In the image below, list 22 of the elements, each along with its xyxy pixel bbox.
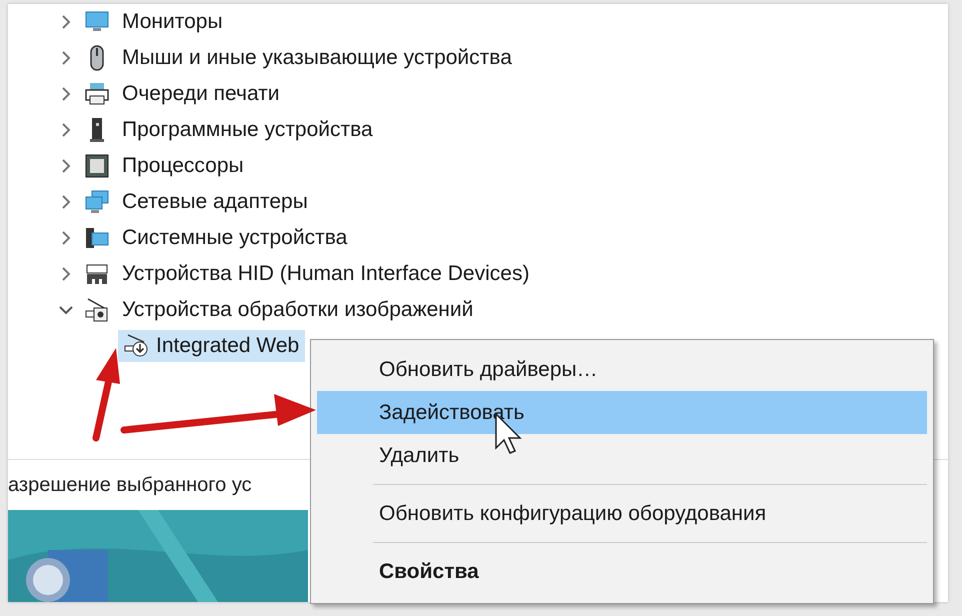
tree-item[interactable]: Мыши и иные указывающие устройства [118, 45, 516, 71]
tree-item[interactable]: Очереди печати [118, 81, 284, 107]
menu-item[interactable]: Обновить драйверы… [317, 348, 927, 391]
tree-item[interactable]: Процессоры [118, 153, 248, 179]
webcam-icon [124, 333, 150, 359]
device-category-icon [84, 297, 110, 323]
device-category-icon [84, 153, 110, 179]
device-category-icon [84, 225, 110, 251]
menu-item[interactable]: Задействовать [317, 391, 927, 434]
tree-item[interactable]: Программные устройства [118, 117, 377, 143]
tree-item[interactable]: Мониторы [118, 9, 227, 35]
device-category-icon [84, 81, 110, 107]
menu-item[interactable]: Обновить конфигурацию оборудования [317, 492, 927, 535]
tree-item[interactable]: Устройства обработки изображений [118, 297, 478, 323]
tree-item[interactable]: Системные устройства [118, 225, 352, 251]
tree-item[interactable]: Устройства HID (Human Interface Devices) [118, 261, 534, 287]
status-text: азрешение выбранного ус [8, 474, 252, 496]
tree-item[interactable]: Integrated Web [118, 330, 306, 362]
device-category-icon [84, 189, 110, 215]
menu-item[interactable]: Свойства [317, 550, 927, 593]
tree-item[interactable]: Сетевые адаптеры [118, 189, 312, 215]
menu-item[interactable]: Удалить [317, 434, 927, 477]
